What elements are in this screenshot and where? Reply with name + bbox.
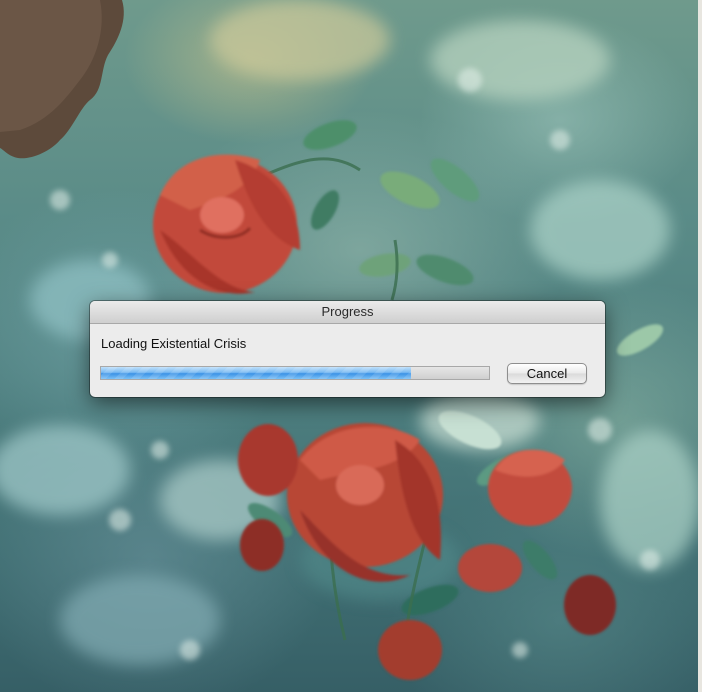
dialog-title: Progress (321, 304, 374, 319)
cancel-button[interactable]: Cancel (507, 363, 587, 384)
dialog-title-bar: Progress (90, 301, 605, 324)
progress-bar (100, 366, 490, 380)
progress-dialog: Progress Loading Existential Crisis Canc… (90, 301, 605, 397)
progress-message: Loading Existential Crisis (101, 336, 247, 351)
progress-bar-fill (101, 367, 412, 379)
photo-stain (0, 0, 124, 159)
photo-border (698, 0, 702, 692)
